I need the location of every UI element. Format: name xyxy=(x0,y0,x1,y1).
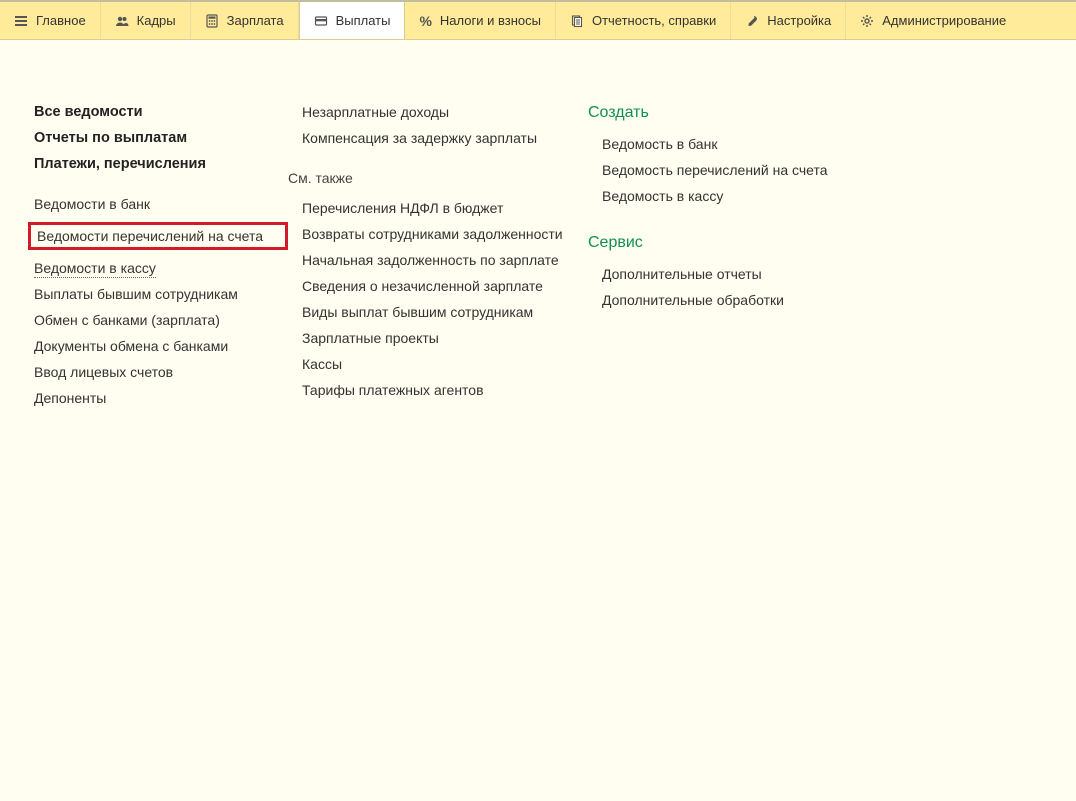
link-create-bank-statement[interactable]: Ведомость в банк xyxy=(602,136,888,152)
tab-taxes[interactable]: % Налоги и взносы xyxy=(405,2,556,39)
tab-main[interactable]: Главное xyxy=(0,2,101,39)
tab-label: Выплаты xyxy=(336,13,391,28)
column-middle: Незарплатные доходы Компенсация за задер… xyxy=(288,104,588,416)
link-delay-compensation[interactable]: Компенсация за задержку зарплаты xyxy=(302,130,588,146)
link-former-employees[interactable]: Выплаты бывшим сотрудникам xyxy=(34,286,288,302)
heading-service[interactable]: Сервис xyxy=(588,234,888,252)
link-create-cash-statement[interactable]: Ведомость в кассу xyxy=(602,188,888,204)
link-exchange-docs[interactable]: Документы обмена с банками xyxy=(34,338,288,354)
tab-admin[interactable]: Администрирование xyxy=(846,2,1020,39)
heading-payment-reports[interactable]: Отчеты по выплатам xyxy=(34,130,288,146)
link-salary-projects[interactable]: Зарплатные проекты xyxy=(302,330,588,346)
see-also-label: См. также xyxy=(288,170,588,186)
tab-label: Главное xyxy=(36,13,86,28)
tab-reports[interactable]: Отчетность, справки xyxy=(556,2,731,39)
link-cash-registers[interactable]: Кассы xyxy=(302,356,588,372)
percent-icon: % xyxy=(419,13,431,29)
wallet-icon xyxy=(314,14,328,28)
calculator-icon xyxy=(205,14,219,28)
link-statements-accounts[interactable]: Ведомости перечислений на счета xyxy=(37,228,279,244)
link-create-accounts-statement[interactable]: Ведомость перечислений на счета xyxy=(602,162,888,178)
tab-label: Отчетность, справки xyxy=(592,13,716,28)
heading-payments-transfers[interactable]: Платежи, перечисления xyxy=(34,156,288,172)
link-unpaid-info[interactable]: Сведения о незачисленной зарплате xyxy=(302,278,588,294)
link-additional-processing[interactable]: Дополнительные обработки xyxy=(602,292,888,308)
tab-label: Зарплата xyxy=(227,13,284,28)
people-icon xyxy=(115,14,129,28)
link-former-payment-types[interactable]: Виды выплат бывшим сотрудникам xyxy=(302,304,588,320)
tab-payments[interactable]: Выплаты xyxy=(299,2,406,39)
column-left: Все ведомости Отчеты по выплатам Платежи… xyxy=(34,104,288,416)
link-statements-cash[interactable]: Ведомости в кассу xyxy=(34,260,288,276)
link-bank-exchange[interactable]: Обмен с банками (зарплата) xyxy=(34,312,288,328)
content-area: Все ведомости Отчеты по выплатам Платежи… xyxy=(0,40,1076,416)
heading-create[interactable]: Создать xyxy=(588,104,888,122)
link-statements-bank[interactable]: Ведомости в банк xyxy=(34,196,288,212)
menu-icon xyxy=(14,14,28,28)
documents-icon xyxy=(570,14,584,28)
highlighted-link-box: Ведомости перечислений на счета xyxy=(28,222,288,250)
tab-label: Кадры xyxy=(137,13,176,28)
gear-icon xyxy=(860,14,874,28)
heading-all-statements[interactable]: Все ведомости xyxy=(34,104,288,120)
link-initial-debt[interactable]: Начальная задолженность по зарплате xyxy=(302,252,588,268)
tab-label: Администрирование xyxy=(882,13,1006,28)
wrench-icon xyxy=(745,14,759,28)
tab-label: Налоги и взносы xyxy=(440,13,541,28)
link-ndfl-transfers[interactable]: Перечисления НДФЛ в бюджет xyxy=(302,200,588,216)
link-additional-reports[interactable]: Дополнительные отчеты xyxy=(602,266,888,282)
link-agent-tariffs[interactable]: Тарифы платежных агентов xyxy=(302,382,588,398)
column-right: Создать Ведомость в банк Ведомость переч… xyxy=(588,104,888,416)
tab-personnel[interactable]: Кадры xyxy=(101,2,191,39)
tab-label: Настройка xyxy=(767,13,831,28)
top-navigation: Главное Кадры Зарплата Выплаты % Налоги … xyxy=(0,2,1076,40)
link-employee-returns[interactable]: Возвраты сотрудниками задолженности xyxy=(302,226,588,242)
link-accounts-entry[interactable]: Ввод лицевых счетов xyxy=(34,364,288,380)
tab-salary[interactable]: Зарплата xyxy=(191,2,299,39)
tab-settings[interactable]: Настройка xyxy=(731,2,846,39)
link-non-salary-income[interactable]: Незарплатные доходы xyxy=(302,104,588,120)
link-deponents[interactable]: Депоненты xyxy=(34,390,288,406)
